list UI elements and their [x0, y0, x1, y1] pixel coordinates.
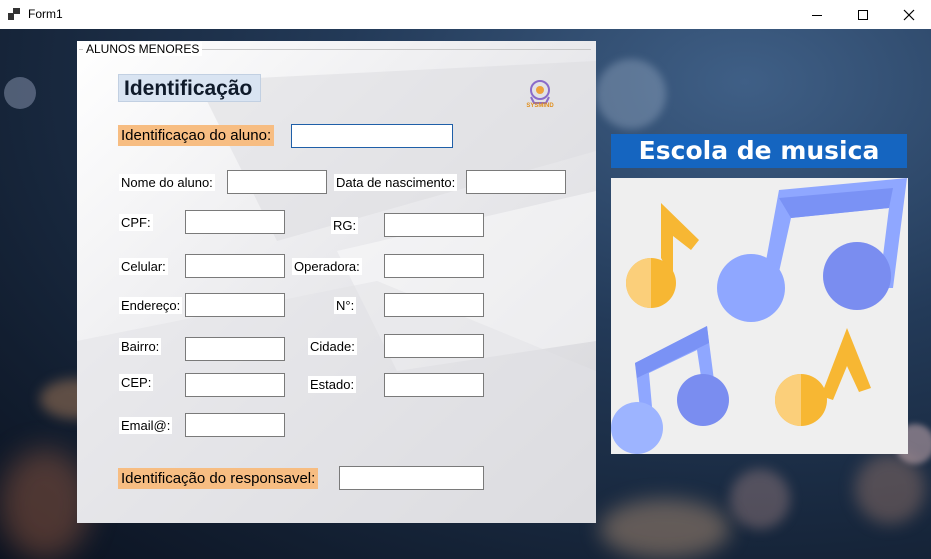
rg-label: RG: [331, 217, 359, 234]
logo-text: SYSMIND [526, 103, 554, 109]
close-button[interactable] [886, 0, 931, 29]
name-input[interactable] [227, 170, 327, 194]
city-input[interactable] [384, 334, 484, 358]
groupbox-background [77, 41, 596, 523]
alunos-menores-groupbox: ALUNOS MENORES Identificação SYSMIND Ide… [77, 41, 596, 523]
sysmind-logo: SYSMIND [520, 79, 582, 129]
groupbox-legend: ALUNOS MENORES [83, 42, 203, 56]
email-input[interactable] [185, 413, 285, 437]
birth-date-label: Data de nascimento: [334, 174, 458, 191]
email-label: Email@: [119, 417, 173, 434]
birth-date-input[interactable] [466, 170, 566, 194]
minimize-icon [812, 14, 822, 16]
background-bokeh [4, 77, 36, 109]
address-label: Endereço: [119, 297, 183, 314]
state-label: Estado: [308, 376, 357, 393]
cpf-label: CPF: [119, 214, 153, 231]
background-bokeh [600, 499, 730, 559]
carrier-input[interactable] [384, 254, 484, 278]
rg-input[interactable] [384, 213, 484, 237]
maximize-icon [858, 9, 868, 20]
background-bokeh [730, 469, 790, 529]
close-icon [903, 9, 915, 20]
background-bokeh [855, 454, 925, 524]
brain-head-icon [530, 80, 550, 104]
student-id-input[interactable] [291, 124, 453, 148]
zip-input[interactable] [185, 373, 285, 397]
school-banner: Escola de musica [611, 134, 907, 168]
address-input[interactable] [185, 293, 285, 317]
music-notes-image [611, 178, 908, 454]
minimize-button[interactable] [794, 0, 840, 29]
number-label: N°: [334, 297, 357, 314]
phone-label: Celular: [119, 258, 168, 275]
guardian-id-label: Identificação do responsavel: [118, 468, 319, 489]
title-bar: Form1 [0, 0, 931, 29]
section-heading: Identificação [118, 74, 261, 102]
city-label: Cidade: [308, 338, 357, 355]
state-input[interactable] [384, 373, 484, 397]
student-id-label: Identificaçao do aluno: [118, 125, 275, 146]
phone-input[interactable] [185, 254, 285, 278]
name-label: Nome do aluno: [119, 174, 215, 191]
app-form-icon [8, 8, 20, 20]
window-title: Form1 [28, 7, 63, 21]
district-label: Bairro: [119, 338, 162, 355]
cpf-input[interactable] [185, 210, 285, 234]
music-notes-icon [611, 178, 907, 454]
carrier-label: Operadora: [292, 258, 362, 275]
zip-label: CEP: [119, 374, 154, 391]
guardian-id-input[interactable] [339, 466, 484, 490]
maximize-button[interactable] [840, 0, 886, 29]
district-input[interactable] [185, 337, 285, 361]
background-bokeh [596, 59, 666, 129]
number-input[interactable] [384, 293, 484, 317]
form-client-area: ALUNOS MENORES Identificação SYSMIND Ide… [0, 29, 931, 559]
